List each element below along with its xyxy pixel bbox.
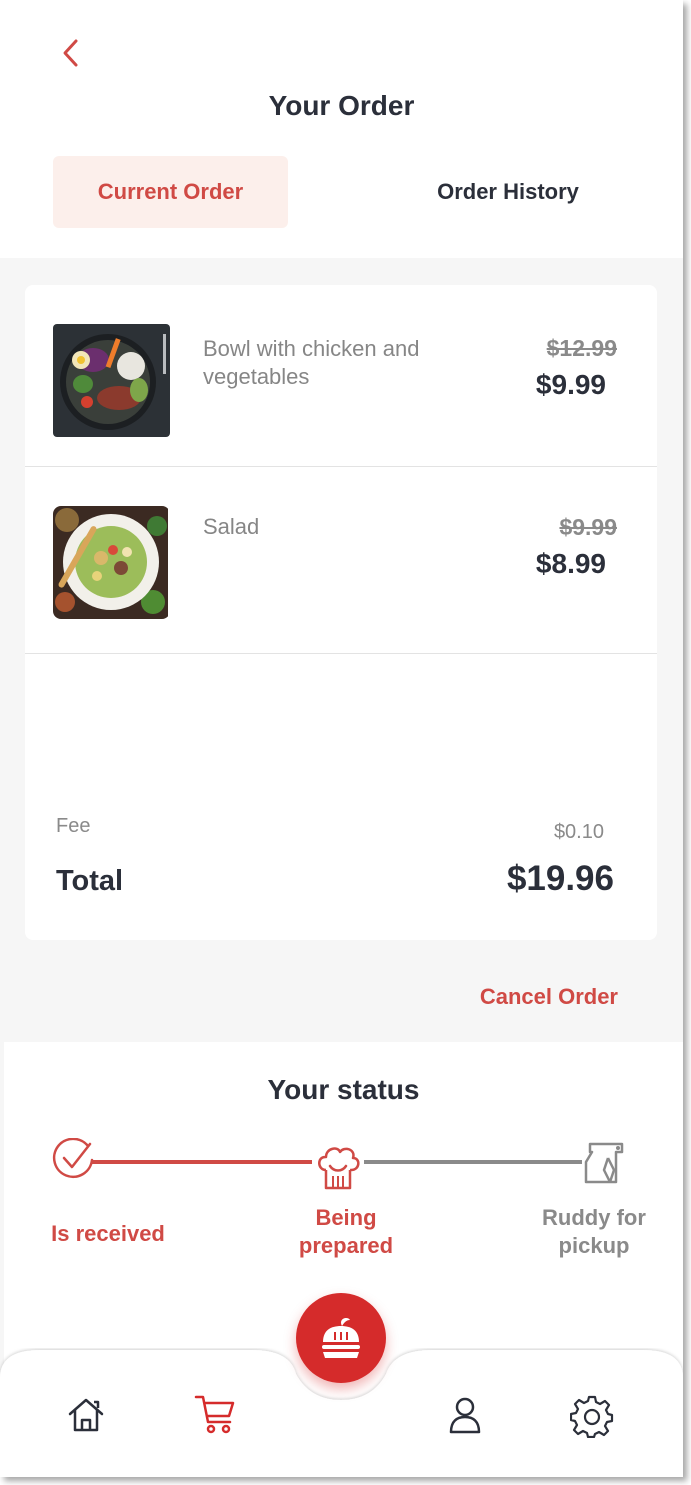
nav-profile[interactable] [442,1392,488,1438]
item-price: $9.99 [535,369,606,400]
item-old-price: $9.99 [559,514,617,540]
checkmark-circle-icon [52,1138,94,1179]
chevron-left-icon [63,39,78,67]
order-card: Bowl with chicken and vegetables $12.99 … [25,285,657,940]
total-value: $19.96 [506,859,614,898]
fee-label: Fee [56,815,91,837]
tab-current-order[interactable]: Current Order [53,156,288,228]
salad-photo [53,506,170,619]
back-button[interactable] [54,34,88,72]
status-step-label: Being prepared [298,1205,394,1258]
total-label: Total [56,865,124,897]
item-name: Bowl with chicken and vegetables [203,336,420,389]
takeaway-bag-icon [584,1142,624,1184]
progress-line-pending [364,1160,582,1164]
nav-cart[interactable] [190,1390,240,1438]
header: Your Order Current Order Order History [0,0,683,258]
tab-order-history[interactable]: Order History [390,156,626,228]
order-item[interactable]: Bowl with chicken and vegetables $12.99 … [25,285,657,467]
nav-settings[interactable] [568,1392,616,1440]
nav-home[interactable] [62,1392,110,1438]
page-title: Your Order [268,90,415,121]
user-icon [449,1397,481,1434]
item-price: $8.99 [535,548,606,579]
status-step-label: Is received [51,1221,165,1246]
status-title: Your status [267,1074,420,1105]
home-icon [68,1398,104,1432]
item-name: Salad [203,514,260,539]
settings-icon [570,1395,614,1438]
app-screen: Your Order Current Order Order History B… [0,0,683,1477]
progress-line-done [92,1160,312,1164]
order-item[interactable]: Salad $9.99 $8.99 [25,473,657,654]
status-step-label: Ruddy for pickup [542,1205,646,1258]
chef-hat-icon [318,1147,360,1190]
item-old-price: $12.99 [546,335,617,361]
burger-icon [322,1318,360,1358]
cancel-order-button[interactable]: Cancel Order [480,984,618,1010]
menu-fab-button[interactable] [296,1293,386,1383]
food-bowl-photo [53,324,170,437]
fee-value: $0.10 [553,821,604,843]
cart-icon [194,1395,235,1434]
